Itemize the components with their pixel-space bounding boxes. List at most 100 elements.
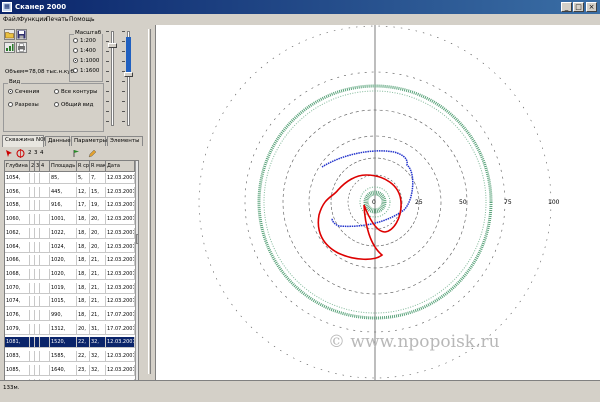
target-icon[interactable] xyxy=(16,149,25,158)
table-row[interactable]: 1083, 1585, 22, 32, 12.03.2007 xyxy=(5,351,138,363)
print-icon[interactable] xyxy=(16,42,27,53)
floppy-disk-icon[interactable] xyxy=(16,29,27,40)
scale-radio-200[interactable]: 1:200 xyxy=(73,38,96,45)
table-cell: 1520, xyxy=(50,337,77,349)
menu-help[interactable]: Помощь xyxy=(69,16,95,24)
view-radio-cuts[interactable]: Разрезы xyxy=(8,102,39,109)
table-row[interactable]: 1062, 1022, 18, 20, 12.03.2007 xyxy=(5,227,138,239)
table-cell: 1022, xyxy=(50,227,77,239)
table-row[interactable]: 1068, 1020, 18, 21, 12.03.2007 xyxy=(5,268,138,280)
table-cell xyxy=(40,282,50,294)
scale-radio-400[interactable]: 1:400 xyxy=(73,48,96,55)
close-button[interactable]: × xyxy=(586,2,597,12)
col-r-avg[interactable]: R ср. xyxy=(77,161,90,172)
table-cell: 19, xyxy=(90,200,106,212)
chart-icon[interactable] xyxy=(4,42,15,53)
tab-elements[interactable]: Элементы xyxy=(107,136,143,146)
slider-thumb[interactable] xyxy=(108,43,117,49)
table-cell: 1312, xyxy=(50,323,77,335)
scale-radio-1600[interactable]: 1:1600 xyxy=(73,68,99,75)
col-4[interactable]: 4 xyxy=(40,161,50,172)
depth-slider-right[interactable] xyxy=(122,28,135,129)
table-cell: 17.07.2007 xyxy=(106,310,135,321)
table-cell xyxy=(40,173,50,184)
watermark-text: © www.npopoisk.ru xyxy=(328,332,500,352)
depth-slider-left[interactable] xyxy=(106,28,119,129)
splitter-bar[interactable] xyxy=(148,29,151,374)
table-row[interactable]: 1081, 1520, 22, 32, 12.03.2007 xyxy=(5,337,138,349)
table-cell: 32, xyxy=(90,364,106,376)
table-cell: 1019, xyxy=(50,282,77,294)
table-header: Глубина 2 3 4 Площадь R ср. R макс. Дата xyxy=(5,161,138,172)
table-row[interactable]: 1060, 1001, 18, 20, 12.03.2007 xyxy=(5,214,138,226)
table-cell xyxy=(40,268,50,280)
view-radio-overview[interactable]: Общий вид xyxy=(54,102,93,109)
status-bar: 133м. xyxy=(0,380,600,402)
table-scrollbar[interactable]: ▼ xyxy=(135,161,138,402)
table-cell: 32, xyxy=(90,337,106,349)
table-cell: 12.03.2007 xyxy=(106,351,135,363)
table-cell: 1640, xyxy=(50,364,77,376)
table-cell: 12.03.2007 xyxy=(106,227,135,239)
table-row[interactable]: 1074, 1015, 18, 21, 12.03.2007 xyxy=(5,296,138,308)
table-cell: 12.03.2007 xyxy=(106,337,135,349)
tool-label-2[interactable]: 2 xyxy=(28,150,32,156)
table-row[interactable]: 1079, 1312, 20, 31, 17.07.2007 xyxy=(5,323,138,335)
view-radio-all-contours[interactable]: Все контуры xyxy=(54,89,98,96)
minimize-button[interactable]: _ xyxy=(561,2,572,12)
table-cell: 17.07.2007 xyxy=(106,323,135,335)
tool-label-4[interactable]: 4 xyxy=(40,150,44,156)
col-r-max[interactable]: R макс. xyxy=(90,161,106,172)
table-cell: 12.03.2007 xyxy=(106,173,135,184)
pen-icon[interactable] xyxy=(88,149,97,158)
maximize-button[interactable]: □ xyxy=(573,2,584,12)
col-date[interactable]: Дата xyxy=(106,161,135,172)
view-radio-sections[interactable]: Сечения xyxy=(8,89,39,96)
table-row[interactable]: 1070, 1019, 18, 21, 12.03.2007 xyxy=(5,282,138,294)
scale-radio-1000[interactable]: 1:1000 xyxy=(73,58,99,65)
table-cell xyxy=(40,227,50,239)
table-row[interactable]: 1076, 990, 18, 21, 17.07.2007 xyxy=(5,310,138,321)
table-row[interactable]: 1064, 1024, 18, 20, 12.03.2007 xyxy=(5,241,138,253)
arrow-icon[interactable] xyxy=(5,149,14,158)
table-row[interactable]: 1054, 85, 5, 7, 12.03.2007 xyxy=(5,173,138,184)
left-panel: Объем=78,08 тыс.н.куб. Масштаб 1:200 1:4… xyxy=(0,25,145,402)
table-cell: 17, xyxy=(77,200,90,212)
tab-parameters[interactable]: Параметры xyxy=(71,136,107,146)
table-row[interactable]: 1066, 1020, 18, 21, 12.03.2007 xyxy=(5,255,138,267)
table-row[interactable]: 1058, 916, 17, 19, 12.03.2007 xyxy=(5,200,138,212)
tool-label-3[interactable]: 3 xyxy=(34,150,38,156)
table-cell: 1056, xyxy=(5,186,30,198)
table-row[interactable]: 1056, 445, 12, 15, 12.03.2007 xyxy=(5,186,138,198)
tab-data[interactable]: Данные xyxy=(45,136,71,146)
col-area[interactable]: Площадь xyxy=(50,161,77,172)
radio-selected-icon xyxy=(8,89,13,94)
menu-file[interactable]: Файл xyxy=(3,16,20,24)
flag-icon[interactable] xyxy=(72,149,81,158)
panel-splitter[interactable] xyxy=(145,25,155,380)
table-cell: 12.03.2007 xyxy=(106,282,135,294)
menu-print[interactable]: Печать xyxy=(46,16,68,24)
table-cell: 12.03.2007 xyxy=(106,296,135,308)
app-icon[interactable]: ▦ xyxy=(2,2,12,12)
table-cell: 1066, xyxy=(5,255,30,267)
table-cell: 1058, xyxy=(5,200,30,212)
table-cell: 1074, xyxy=(5,296,30,308)
depth-table[interactable]: Глубина 2 3 4 Площадь R ср. R макс. Дата… xyxy=(4,160,139,402)
scale-title: Масштаб xyxy=(74,30,103,36)
table-row[interactable]: 1085, 1640, 23, 32, 12.03.2007 xyxy=(5,364,138,376)
table-cell: 12.03.2007 xyxy=(106,241,135,253)
scrollbar-thumb[interactable] xyxy=(136,234,138,244)
col-depth[interactable]: Глубина xyxy=(5,161,30,172)
scan-canvas[interactable]: 0 25 50 75 100 © www.npopoisk.ru xyxy=(155,25,600,380)
red-contour xyxy=(317,174,402,261)
tab-well[interactable]: Скважина N002 xyxy=(2,135,51,147)
table-cell: 18, xyxy=(77,241,90,253)
table-cell xyxy=(40,241,50,253)
open-folder-icon[interactable] xyxy=(4,29,15,40)
slider-thumb[interactable] xyxy=(124,71,133,77)
table-cell: 18, xyxy=(77,255,90,267)
radio-selected-icon xyxy=(73,58,78,63)
table-cell xyxy=(40,296,50,308)
menu-functions[interactable]: Функции xyxy=(19,16,47,24)
